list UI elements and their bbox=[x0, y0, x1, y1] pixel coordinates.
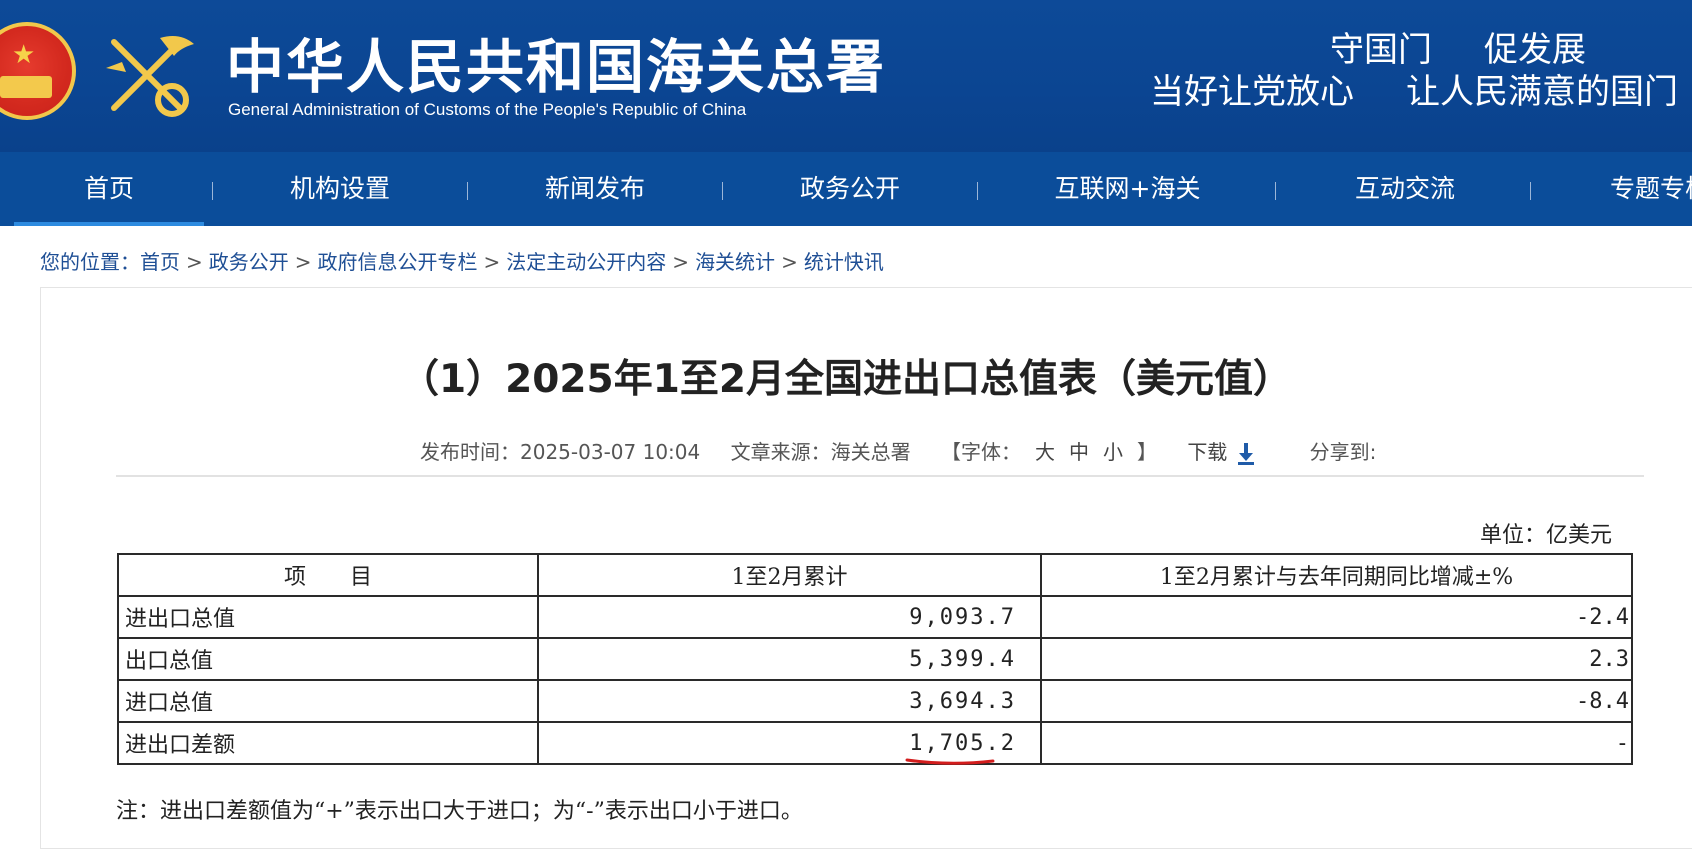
font-size-small[interactable]: 小 bbox=[1103, 440, 1123, 464]
trade-value-table: 项 目 1至2月累计 1至2月累计与去年同期同比增减±% 进出口总值 9,093… bbox=[117, 553, 1633, 765]
breadcrumb-government-affairs[interactable]: 政务公开 bbox=[209, 250, 289, 274]
row-label: 进出口总值 bbox=[117, 595, 539, 639]
nav-item-internet-customs[interactable]: 互联网+海关 bbox=[1005, 152, 1250, 226]
breadcrumb-info-column[interactable]: 政府信息公开专栏 bbox=[318, 250, 478, 274]
nav-item-special-topics[interactable]: 专题专栏 bbox=[1560, 152, 1692, 226]
yoy-change-value: - bbox=[1040, 721, 1633, 765]
table-footnote: 注：进出口差额值为“+”表示出口大于进口；为“-”表示出口小于进口。 bbox=[116, 799, 803, 824]
column-header-cumulative: 1至2月累计 bbox=[537, 553, 1042, 597]
national-emblem-icon: ★ bbox=[0, 22, 76, 120]
breadcrumb-separator: > bbox=[781, 250, 798, 274]
slogan-text: 让人民满意的国门 bbox=[1406, 72, 1678, 112]
breadcrumb-prefix: 您的位置： bbox=[40, 250, 140, 274]
breadcrumb-customs-statistics[interactable]: 海关统计 bbox=[695, 250, 775, 274]
row-label: 进口总值 bbox=[117, 679, 539, 723]
nav-item-news[interactable]: 新闻发布 bbox=[495, 152, 695, 226]
publish-info: 发布时间：2025-03-07 10:04 bbox=[420, 440, 700, 464]
share-label[interactable]: 分享到: bbox=[1310, 440, 1377, 464]
breadcrumb-statutory-content[interactable]: 法定主动公开内容 bbox=[506, 250, 666, 274]
download-icon bbox=[1238, 442, 1255, 465]
font-size-control: 【字体： 大中小】 bbox=[941, 440, 1157, 464]
table-header-row: 项 目 1至2月累计 1至2月累计与去年同期同比增减±% bbox=[117, 553, 1633, 597]
breadcrumb-home[interactable]: 首页 bbox=[140, 250, 180, 274]
source-label: 文章来源： bbox=[730, 440, 831, 464]
breadcrumb-statistics-news[interactable]: 统计快讯 bbox=[804, 250, 884, 274]
cumulative-value: 9,093.7 bbox=[537, 595, 1042, 639]
font-size-large[interactable]: 大 bbox=[1035, 440, 1055, 464]
customs-badge-icon bbox=[106, 36, 194, 117]
nav-divider bbox=[1275, 182, 1276, 200]
font-label-close: 】 bbox=[1136, 440, 1157, 464]
yoy-change-value: -2.4 bbox=[1040, 595, 1633, 639]
title-divider bbox=[116, 475, 1644, 477]
table-row: 出口总值 5,399.4 2.3 bbox=[117, 637, 1633, 681]
site-title: 中华人民共和国海关总署 bbox=[226, 33, 887, 101]
breadcrumb-separator: > bbox=[483, 250, 501, 274]
nav-divider bbox=[212, 182, 213, 200]
nav-divider bbox=[1530, 182, 1531, 200]
red-underline-mark bbox=[905, 758, 995, 765]
breadcrumb-separator: > bbox=[186, 250, 203, 274]
cumulative-value: 5,399.4 bbox=[537, 637, 1042, 681]
publish-time: 2025-03-07 10:04 bbox=[520, 440, 701, 464]
table-row: 进口总值 3,694.3 -8.4 bbox=[117, 679, 1633, 723]
font-label: 【字体： bbox=[940, 440, 1021, 464]
publish-label: 发布时间： bbox=[420, 440, 520, 464]
row-label: 出口总值 bbox=[117, 637, 539, 681]
breadcrumb: 您的位置：首页 > 政务公开 > 政府信息公开专栏 > 法定主动公开内容 > 海关统计 > 统计快讯 bbox=[40, 246, 884, 275]
site-subtitle: General Administration of Customs of the… bbox=[228, 100, 747, 119]
row-label: 进出口差额 bbox=[117, 721, 539, 765]
source-info: 文章来源：海关总署 bbox=[731, 440, 911, 464]
download-button[interactable]: 下载 bbox=[1187, 440, 1255, 465]
download-label: 下载 bbox=[1187, 440, 1228, 464]
cumulative-value: 3,694.3 bbox=[537, 679, 1042, 723]
site-header: ★ 中华人民共和国海关总署 General Administration of … bbox=[0, 0, 1692, 152]
nav-divider bbox=[977, 182, 978, 200]
font-size-medium[interactable]: 中 bbox=[1069, 440, 1089, 464]
breadcrumb-separator: > bbox=[672, 250, 690, 274]
article-title: （1）2025年1至2月全国进出口总值表（美元值） bbox=[400, 357, 1292, 402]
table-row: 进出口差额 1,705.2 - bbox=[117, 721, 1633, 765]
main-nav: 首页 机构设置 新闻发布 政务公开 互联网+海关 互动交流 专题专栏 bbox=[0, 152, 1692, 226]
trade-balance-value: 1,705.2 bbox=[909, 730, 1016, 756]
column-header-item: 项 目 bbox=[117, 553, 539, 597]
yoy-change-value: -8.4 bbox=[1040, 679, 1633, 723]
nav-item-home[interactable]: 首页 bbox=[14, 152, 204, 226]
nav-divider bbox=[467, 182, 468, 200]
breadcrumb-separator: > bbox=[294, 250, 312, 274]
article-meta: 发布时间：2025-03-07 10:04 文章来源：海关总署 【字体： 大中小】… bbox=[420, 436, 1400, 465]
highlighted-value: 1,705.2 bbox=[905, 730, 1016, 765]
slogan-text: 当好让党放心 bbox=[1150, 72, 1354, 112]
unit-label: 单位：亿美元 bbox=[1480, 523, 1613, 548]
yoy-change-value: 2.3 bbox=[1040, 637, 1633, 681]
nav-item-government-affairs[interactable]: 政务公开 bbox=[750, 152, 950, 226]
slogan-line-2: 当好让党放心 让人民满意的国门 bbox=[1150, 64, 1692, 113]
nav-divider bbox=[722, 182, 723, 200]
column-header-yoy-change: 1至2月累计与去年同期同比增减±% bbox=[1040, 553, 1633, 597]
nav-item-organization[interactable]: 机构设置 bbox=[240, 152, 440, 226]
table-row: 进出口总值 9,093.7 -2.4 bbox=[117, 595, 1633, 639]
nav-item-interaction[interactable]: 互动交流 bbox=[1305, 152, 1505, 226]
cumulative-value-highlighted: 1,705.2 bbox=[537, 721, 1042, 765]
source-value: 海关总署 bbox=[830, 440, 911, 464]
